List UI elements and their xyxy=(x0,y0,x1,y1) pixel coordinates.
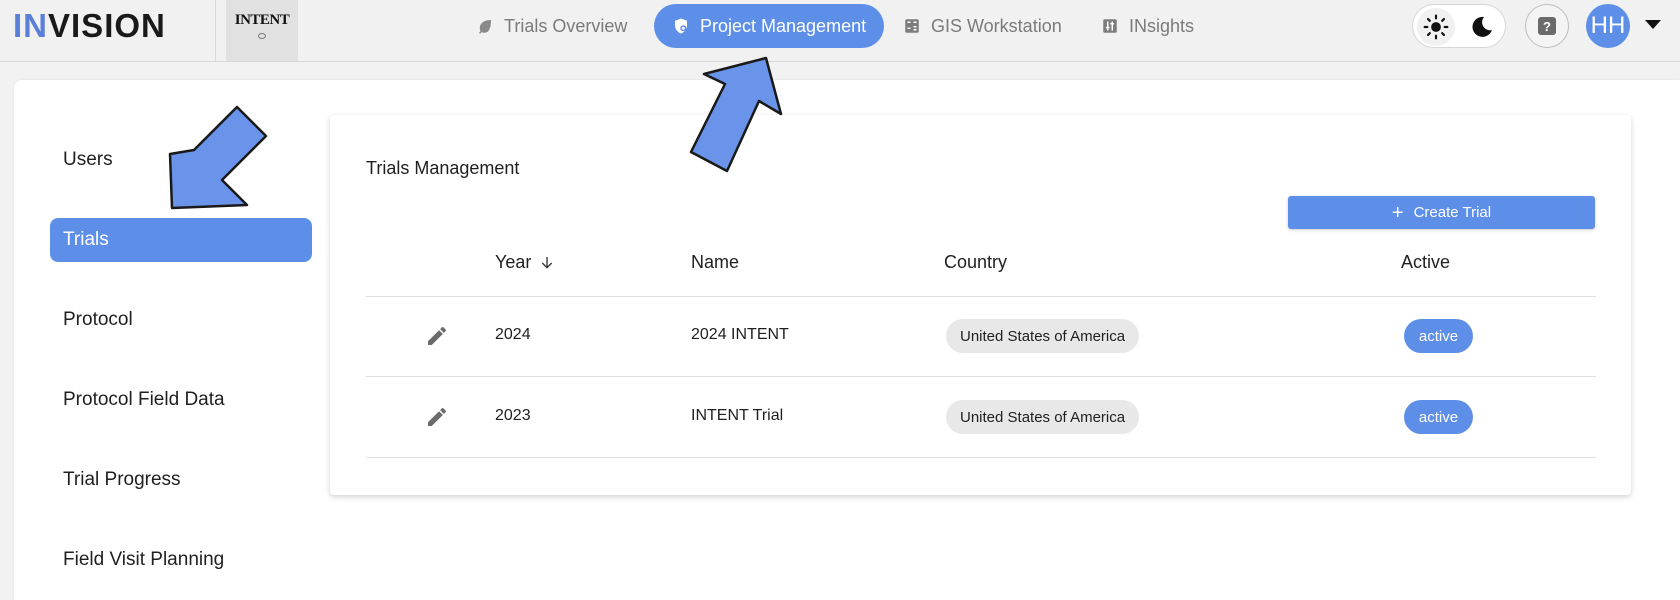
arrow-annotation-icon xyxy=(689,56,783,173)
annotation-arrows xyxy=(168,56,783,210)
arrow-annotation-icon xyxy=(168,105,268,210)
